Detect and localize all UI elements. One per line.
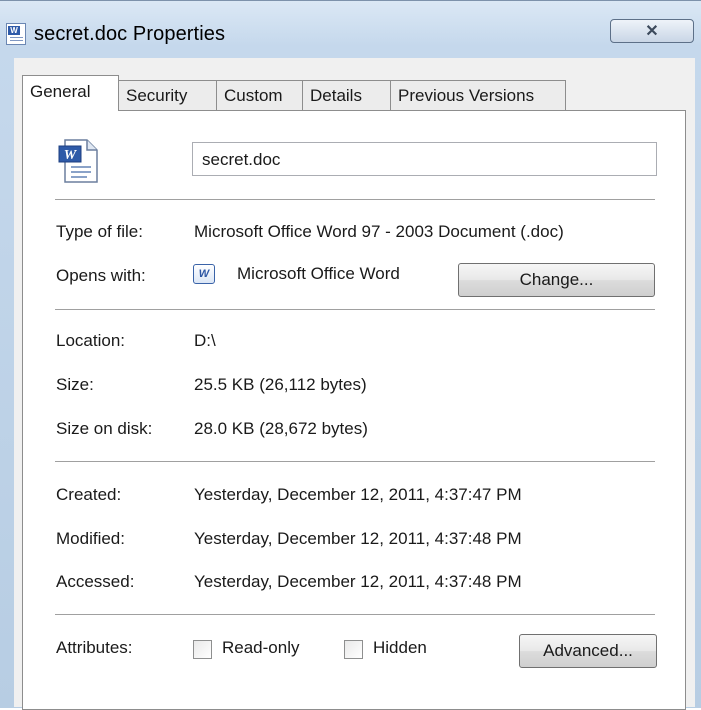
hidden-label[interactable]: Hidden xyxy=(373,638,427,658)
modified-label: Modified: xyxy=(56,529,125,548)
close-icon: ✕ xyxy=(645,23,659,40)
type-of-file-label: Type of file: xyxy=(56,222,143,241)
separator xyxy=(55,199,655,200)
location-value: D:\ xyxy=(194,331,216,350)
tab-custom[interactable]: Custom xyxy=(216,80,303,110)
read-only-checkbox[interactable] xyxy=(193,640,212,659)
opens-with-label: Opens with: xyxy=(56,266,146,285)
separator xyxy=(55,309,655,310)
tab-general[interactable]: General xyxy=(22,75,119,111)
tab-details[interactable]: Details xyxy=(302,80,391,110)
size-on-disk-label: Size on disk: xyxy=(56,419,153,438)
file-name-input[interactable]: secret.doc xyxy=(192,142,657,176)
size-on-disk-value: 28.0 KB (28,672 bytes) xyxy=(194,419,368,438)
word-document-icon: W xyxy=(6,23,26,45)
advanced-button[interactable]: Advanced... xyxy=(519,634,657,668)
created-label: Created: xyxy=(56,485,122,504)
modified-value: Yesterday, December 12, 2011, 4:37:48 PM xyxy=(194,529,522,548)
read-only-label[interactable]: Read-only xyxy=(222,638,300,658)
accessed-label: Accessed: xyxy=(56,572,135,591)
type-of-file-value: Microsoft Office Word 97 - 2003 Document… xyxy=(194,222,564,241)
title-bar[interactable]: W secret.doc Properties ✕ xyxy=(0,1,701,45)
tab-previous-versions[interactable]: Previous Versions xyxy=(390,80,566,110)
size-label: Size: xyxy=(56,375,94,394)
location-label: Location: xyxy=(56,331,125,350)
hidden-checkbox[interactable] xyxy=(344,640,363,659)
tab-security[interactable]: Security xyxy=(118,80,217,110)
separator xyxy=(55,461,655,462)
svg-text:W: W xyxy=(64,148,78,163)
separator xyxy=(55,614,655,615)
close-button[interactable]: ✕ xyxy=(610,19,694,43)
word-document-icon: W xyxy=(58,139,98,183)
change-button[interactable]: Change... xyxy=(458,263,655,297)
attributes-label: Attributes: xyxy=(56,638,133,657)
window-title: secret.doc Properties xyxy=(34,23,226,45)
accessed-value: Yesterday, December 12, 2011, 4:37:48 PM xyxy=(194,572,522,591)
created-value: Yesterday, December 12, 2011, 4:37:47 PM xyxy=(194,485,522,504)
size-value: 25.5 KB (26,112 bytes) xyxy=(194,375,367,394)
general-tab-panel xyxy=(22,110,686,710)
opens-with-value: Microsoft Office Word xyxy=(237,264,400,283)
word-app-icon: W xyxy=(193,264,215,284)
